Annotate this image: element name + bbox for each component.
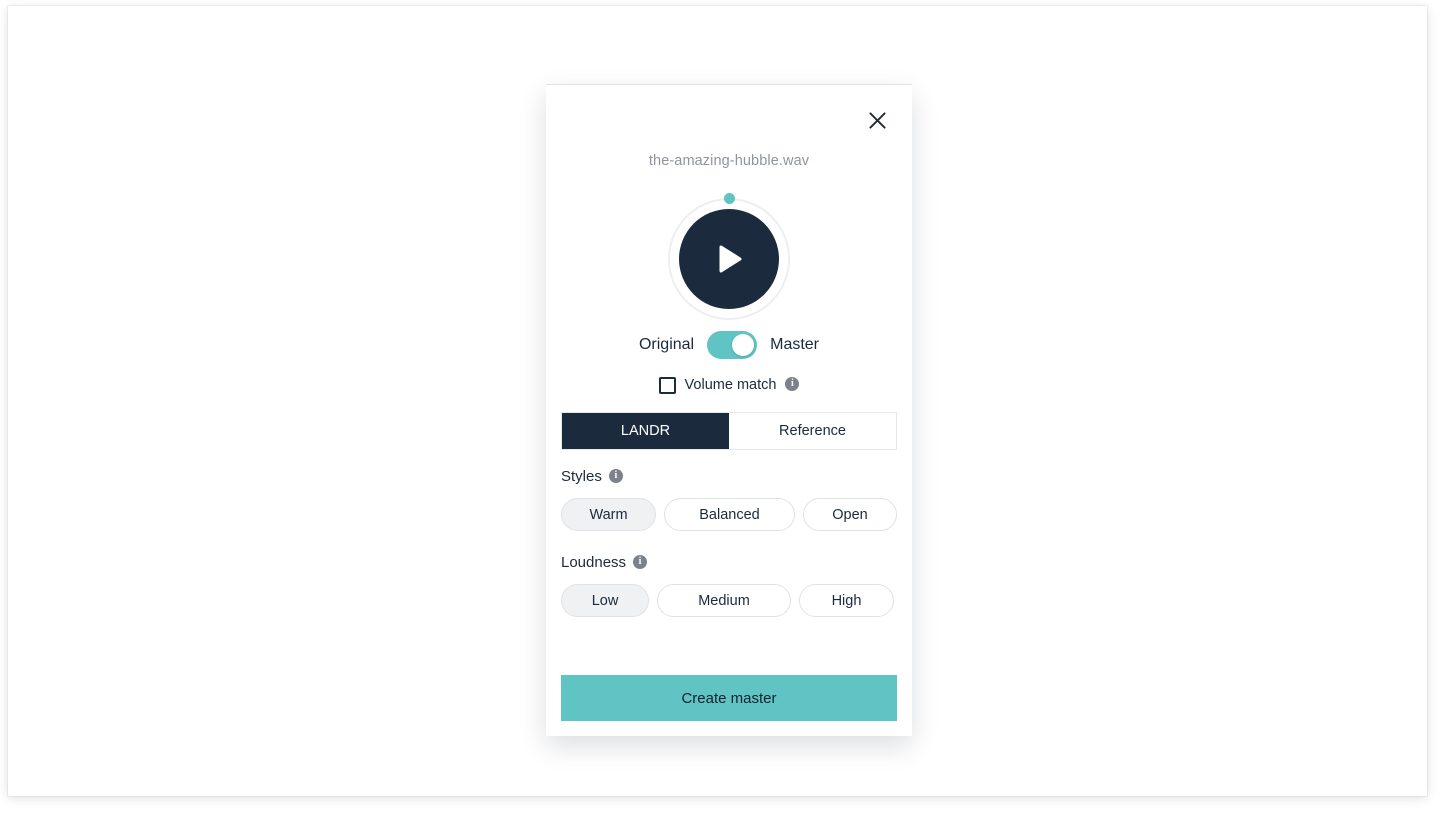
volume-match-row: Volume match i [546, 373, 912, 397]
tab-landr[interactable]: LANDR [562, 413, 729, 449]
tab-reference[interactable]: Reference [729, 413, 896, 449]
file-name: the-amazing-hubble.wav [648, 153, 810, 169]
style-option-warm[interactable]: Warm [561, 498, 656, 531]
mastering-settings-modal: the-amazing-hubble.wav Original Master V… [546, 84, 912, 736]
original-master-switch[interactable] [707, 331, 758, 359]
styles-section-label: Styles i [561, 468, 623, 485]
audio-player [546, 189, 912, 329]
styles-info-icon[interactable]: i [608, 468, 623, 483]
volume-match-label: Volume match [684, 377, 777, 393]
loudness-info-icon[interactable]: i [633, 554, 648, 569]
close-icon[interactable] [862, 105, 892, 135]
play-icon [719, 245, 742, 273]
source-tabs: LANDR Reference [561, 412, 897, 450]
play-button[interactable] [679, 209, 779, 309]
loudness-label-text: Loudness [561, 554, 627, 571]
loudness-options: Low Medium High [561, 584, 897, 617]
styles-options: Warm Balanced Open [561, 498, 897, 531]
loudness-option-high[interactable]: High [799, 584, 894, 617]
volume-match-checkbox[interactable] [658, 376, 676, 394]
volume-match-info-icon[interactable]: i [785, 377, 800, 391]
toggle-label-master: Master [770, 336, 820, 353]
loudness-section-label: Loudness i [561, 554, 648, 571]
close-icon-glyph [868, 111, 886, 129]
toggle-label-original: Original [638, 336, 695, 353]
switch-knob [732, 334, 755, 356]
create-master-button[interactable]: Create master [561, 675, 897, 721]
progress-dot-icon[interactable] [723, 192, 735, 204]
loudness-option-medium[interactable]: Medium [657, 584, 791, 617]
original-master-toggle-row: Original Master [546, 330, 912, 360]
app-page-surface: the-amazing-hubble.wav Original Master V… [8, 6, 1427, 796]
style-option-open[interactable]: Open [803, 498, 897, 531]
styles-label-text: Styles [561, 468, 602, 485]
loudness-option-low[interactable]: Low [561, 584, 649, 617]
style-option-balanced[interactable]: Balanced [664, 498, 795, 531]
